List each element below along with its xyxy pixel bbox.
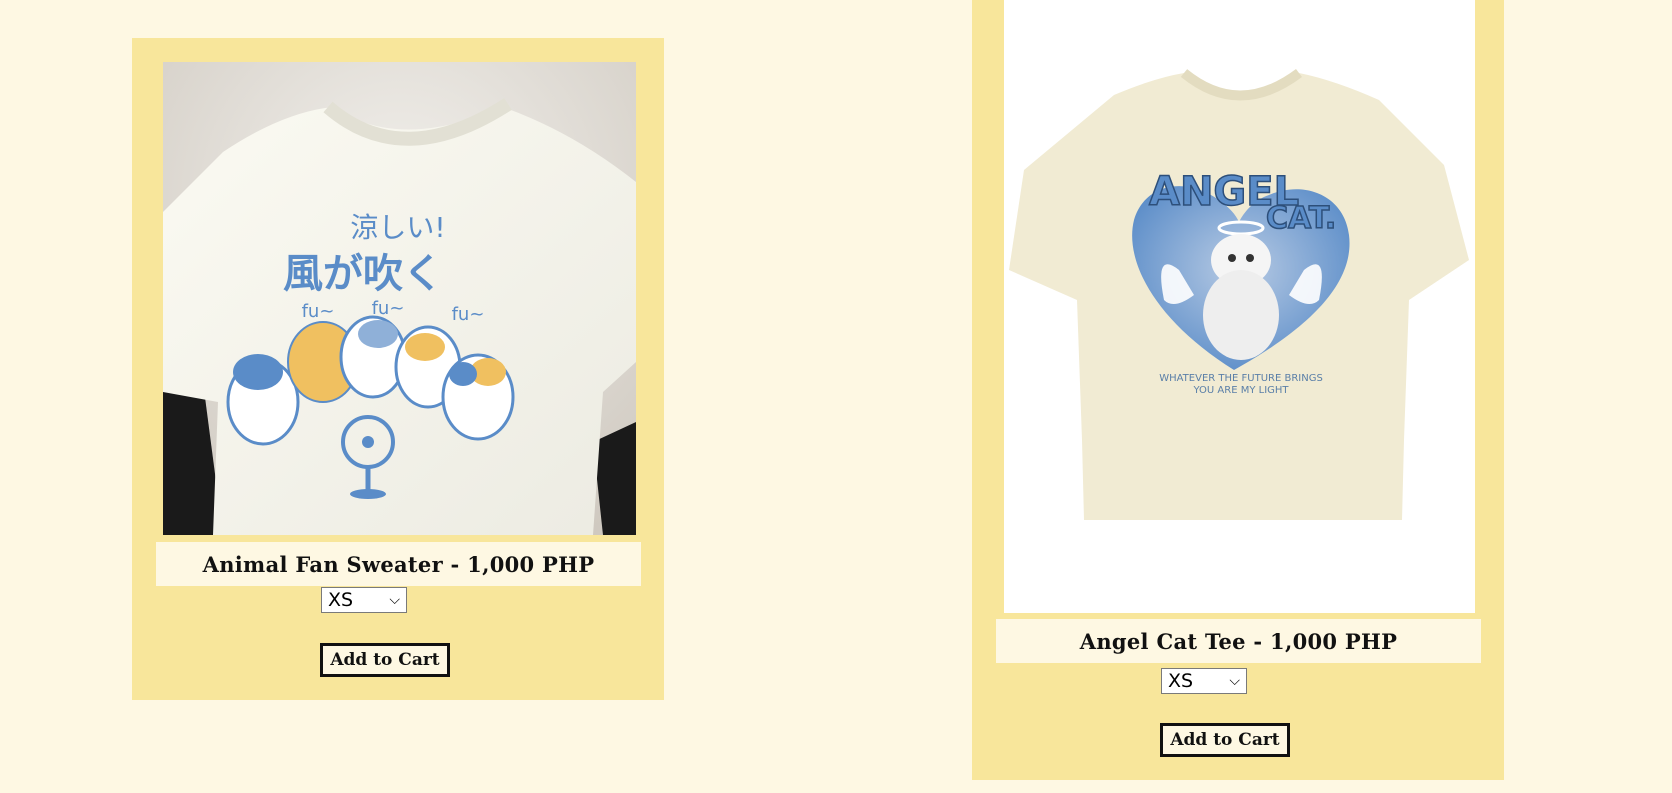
print-sound-3: fu~ <box>452 304 485 325</box>
product-image[interactable]: 涼しい! 風が吹く fu~ fu~ fu~ <box>163 62 636 535</box>
chevron-down-icon: ⌵ <box>1229 673 1240 689</box>
size-select[interactable]: XS ⌵ <box>321 587 407 613</box>
product-image[interactable]: ANGEL CAT. WHATEVER THE FUTURE BRINGS YO… <box>1004 0 1475 613</box>
size-select-value: XS <box>328 589 354 611</box>
add-to-cart-button[interactable]: Add to Cart <box>1160 723 1290 757</box>
size-select-value: XS <box>1168 670 1194 692</box>
print-text-line2: 風が吹く <box>283 251 443 297</box>
print-sound-1: fu~ <box>302 301 335 322</box>
product-title: Angel Cat Tee - 1,000 PHP <box>996 619 1481 663</box>
product-title: Animal Fan Sweater - 1,000 PHP <box>156 542 641 586</box>
product-card-angel-cat-tee: ANGEL CAT. WHATEVER THE FUTURE BRINGS YO… <box>972 0 1504 780</box>
product-card-animal-fan-sweater: 涼しい! 風が吹く fu~ fu~ fu~ Animal Fan Sweater… <box>132 38 664 700</box>
add-to-cart-button[interactable]: Add to Cart <box>320 643 450 677</box>
angel-cat-shirt-illustration: ANGEL CAT. WHATEVER THE FUTURE BRINGS YO… <box>1004 0 1475 613</box>
size-select[interactable]: XS ⌵ <box>1161 668 1247 694</box>
print-headline-2: CAT. <box>1266 201 1336 236</box>
print-tagline-2: YOU ARE MY LIGHT <box>1192 385 1289 396</box>
chevron-down-icon: ⌵ <box>389 592 400 608</box>
print-tagline-1: WHATEVER THE FUTURE BRINGS <box>1159 373 1323 384</box>
print-text-line1: 涼しい! <box>350 211 445 244</box>
animal-fan-shirt-illustration: 涼しい! 風が吹く fu~ fu~ fu~ <box>163 62 636 535</box>
